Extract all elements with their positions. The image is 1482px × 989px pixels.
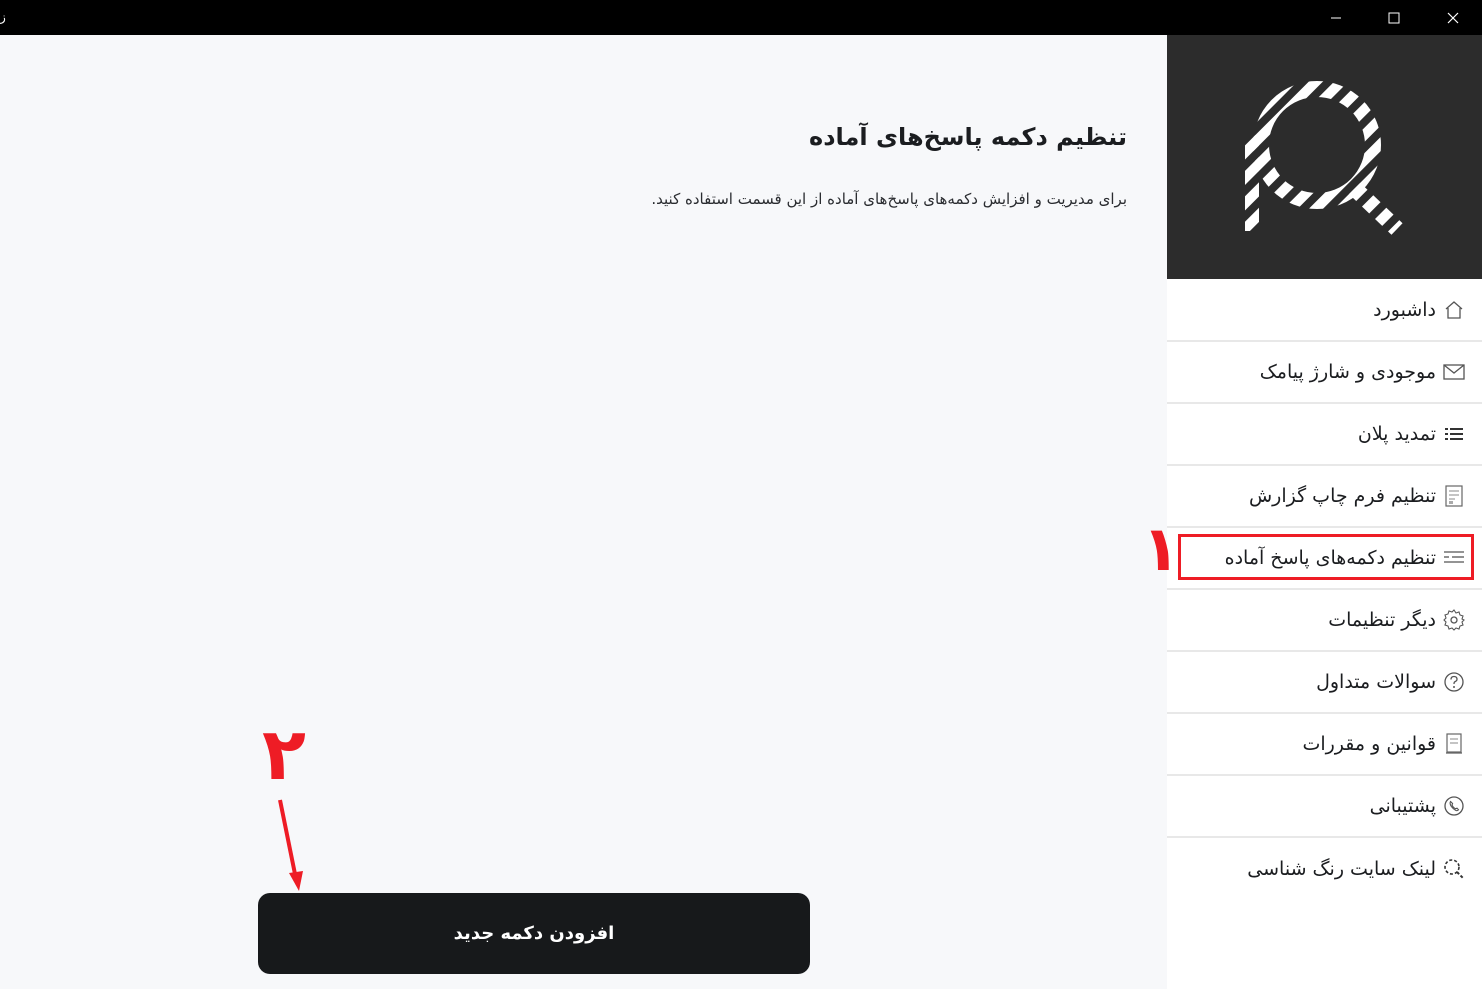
sidebar-item-quick-reply-buttons[interactable]: تنظیم دکمه‌های پاسخ آماده bbox=[1167, 528, 1482, 590]
question-icon bbox=[1442, 670, 1466, 694]
close-button[interactable] bbox=[1424, 0, 1482, 35]
list-icon bbox=[1442, 422, 1466, 446]
sidebar-menu: داشبورد موجودی و شارژ پیامک تمدید پلان ت… bbox=[1167, 280, 1482, 900]
sidebar-item-terms[interactable]: قوانین و مقررات bbox=[1167, 714, 1482, 776]
document-icon bbox=[1442, 732, 1466, 756]
sidebar-item-label: لینک سایت رنگ شناسی bbox=[1247, 858, 1436, 880]
annotation-step-1: ۱ bbox=[1142, 512, 1180, 585]
envelope-icon bbox=[1442, 360, 1466, 384]
sidebar-item-label: سوالات متداول bbox=[1316, 671, 1436, 693]
page-title: تنظیم دکمه پاسخ‌های آماده bbox=[809, 123, 1127, 151]
sidebar-item-faq[interactable]: سوالات متداول bbox=[1167, 652, 1482, 714]
minimize-button[interactable] bbox=[1307, 0, 1365, 35]
main-content: تنظیم دکمه پاسخ‌های آماده برای مدیریت و … bbox=[0, 35, 1167, 989]
minimize-icon bbox=[1331, 17, 1341, 18]
sidebar-item-print-form[interactable]: تنظیم فرم چاپ گزارش bbox=[1167, 466, 1482, 528]
sidebar-item-label: تنظیم فرم چاپ گزارش bbox=[1248, 485, 1436, 507]
sidebar: داشبورد موجودی و شارژ پیامک تمدید پلان ت… bbox=[1167, 35, 1482, 989]
lines-icon bbox=[1442, 546, 1466, 570]
sidebar-item-label: داشبورد bbox=[1373, 299, 1436, 321]
sidebar-item-label: پشتیبانی bbox=[1369, 795, 1436, 817]
maximize-icon bbox=[1388, 12, 1400, 23]
sidebar-item-label: قوانین و مقررات bbox=[1302, 733, 1436, 755]
sidebar-item-renew-plan[interactable]: تمدید پلان bbox=[1167, 404, 1482, 466]
sidebar-item-support[interactable]: پشتیبانی bbox=[1167, 776, 1482, 838]
pq-logo bbox=[1245, 81, 1403, 235]
close-icon bbox=[1447, 12, 1459, 23]
maximize-button[interactable] bbox=[1365, 0, 1423, 35]
sidebar-item-label: تمدید پلان bbox=[1357, 423, 1436, 445]
page-description: برای مدیریت و افزایش دکمه‌های پاسخ‌های آ… bbox=[651, 190, 1127, 208]
sidebar-item-dashboard[interactable]: داشبورد bbox=[1167, 280, 1482, 342]
gear-icon bbox=[1442, 608, 1466, 632]
annotation-step-2: ۲ bbox=[262, 712, 306, 796]
report-icon bbox=[1442, 484, 1466, 508]
logo-area bbox=[1167, 35, 1482, 279]
window-title: ز bbox=[0, 10, 6, 24]
sidebar-item-sms-balance[interactable]: موجودی و شارژ پیامک bbox=[1167, 342, 1482, 404]
add-new-button[interactable]: افزودن دکمه جدید bbox=[258, 893, 810, 974]
search-icon bbox=[1442, 857, 1466, 881]
sidebar-item-color-site-link[interactable]: لینک سایت رنگ شناسی bbox=[1167, 838, 1482, 900]
annotation-arrow bbox=[278, 799, 303, 891]
sidebar-item-label: تنظیم دکمه‌های پاسخ آماده bbox=[1224, 547, 1436, 569]
title-bar: ز bbox=[0, 0, 1482, 35]
home-icon bbox=[1442, 298, 1466, 322]
sidebar-item-label: موجودی و شارژ پیامک bbox=[1259, 361, 1436, 383]
sidebar-item-label: دیگر تنظیمات bbox=[1328, 609, 1436, 631]
sidebar-item-other-settings[interactable]: دیگر تنظیمات bbox=[1167, 590, 1482, 652]
phone-icon bbox=[1442, 794, 1466, 818]
